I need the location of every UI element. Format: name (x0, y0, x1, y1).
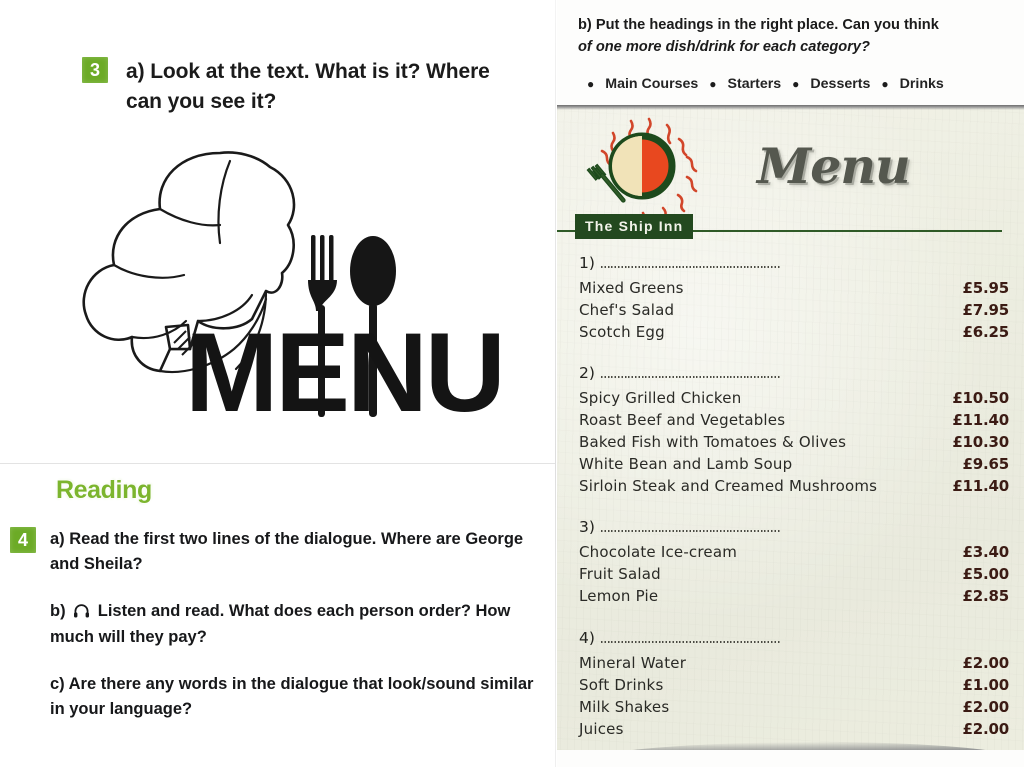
section-number: 3) (579, 518, 595, 537)
menu-item-row: Juices £2.00 (579, 718, 1009, 740)
menu-item-price: £2.00 (962, 653, 1010, 672)
exercise-4c-text: c) Are there any words in the dialogue t… (50, 675, 534, 718)
exercise-3-question: a) Look at the text. What is it? Where c… (126, 60, 490, 113)
menu-item-row: Mineral Water £2.00 (579, 652, 1009, 674)
menu-section-1: 1) Mixed Greens £5.95 Chef's Salad £7.95… (579, 250, 1009, 343)
menu-item-row: Sirloin Steak and Creamed Mushrooms £11.… (579, 475, 1009, 497)
menu-item-price: £5.00 (962, 565, 1010, 584)
bullet-icon: ● (792, 77, 800, 91)
menu-item-price: £2.85 (962, 587, 1010, 606)
headphones-icon (73, 601, 90, 626)
menu-item-row: Soft Drinks £1.00 (579, 674, 1009, 696)
menu-item-row: Roast Beef and Vegetables £11.40 (579, 409, 1009, 431)
menu-item-name: Mineral Water (579, 653, 687, 672)
exercise-4b-line: b) Listen and read. What does each perso… (50, 599, 550, 651)
menu-section-4-heading: 4) (579, 625, 1009, 647)
reading-section-heading: Reading (56, 476, 152, 504)
menu-item-name: Spicy Grilled Chicken (579, 389, 742, 408)
card-top-shadow (557, 105, 1024, 110)
menu-item-price: £11.40 (952, 477, 1009, 496)
menu-illustration: MENU (70, 135, 506, 465)
menu-item-row: Mixed Greens £5.95 (579, 277, 1009, 299)
bullet-icon: ● (587, 77, 595, 91)
menu-item-row: Scotch Egg £6.25 (579, 321, 1009, 343)
bullet-icon: ● (709, 77, 717, 91)
menu-item-row: Chef's Salad £7.95 (579, 299, 1009, 321)
section-heading-blank-line[interactable] (600, 524, 781, 534)
category-main-courses[interactable]: Main Courses (605, 76, 698, 92)
menu-item-row: Baked Fish with Tomatoes & Olives £10.30 (579, 431, 1009, 453)
section-number: 1) (579, 254, 595, 272)
bullet-icon: ● (881, 77, 889, 91)
menu-item-name: Lemon Pie (579, 587, 659, 606)
exercise-3b-instruction: b) Put the headings in the right place. … (578, 14, 1008, 58)
exercise-4a-text: a) Read the first two lines of the dialo… (50, 530, 524, 573)
category-desserts[interactable]: Desserts (810, 76, 870, 92)
menu-item-name: Chef's Salad (579, 301, 675, 320)
menu-sections: 1) Mixed Greens £5.95 Chef's Salad £7.95… (579, 250, 1009, 746)
menu-item-price: £5.95 (962, 279, 1010, 297)
section-heading-blank-line[interactable] (600, 634, 781, 644)
section-heading-blank-line[interactable] (600, 260, 781, 269)
menu-item-name: Fruit Salad (579, 565, 661, 584)
menu-item-row: Milk Shakes £2.00 (579, 696, 1009, 718)
exercise-4b-prefix: b) (50, 601, 66, 620)
category-starters[interactable]: Starters (728, 76, 782, 92)
exercise-4-number: 4 (10, 527, 36, 553)
exercise-3: 3 a) Look at the text. What is it? Where… (82, 57, 496, 117)
menu-item-price: £2.00 (962, 719, 1010, 738)
menu-item-row: Fruit Salad £5.00 (579, 563, 1009, 585)
menu-item-name: Sirloin Steak and Creamed Mushrooms (579, 477, 878, 496)
menu-section-1-heading: 1) (579, 250, 1009, 272)
exercise-4: 4 a) Read the first two lines of the dia… (10, 527, 550, 722)
menu-item-price: £11.40 (952, 411, 1009, 430)
menu-artwork-word: MENU (185, 310, 506, 435)
section-heading-blank-line[interactable] (600, 370, 781, 380)
menu-section-3: 3) Chocolate Ice-cream £3.40 Fruit Salad… (579, 514, 1009, 607)
menu-section-2-heading: 2) (579, 360, 1009, 382)
menu-card: Menu The Ship Inn 1) Mixed Greens £5.95 … (557, 105, 1024, 750)
menu-section-3-heading: 3) (579, 514, 1009, 536)
exercise-4b-text: Listen and read. What does each person o… (50, 601, 511, 647)
menu-item-name: Scotch Egg (579, 323, 665, 342)
menu-item-name: Mixed Greens (579, 279, 684, 297)
menu-item-name: Roast Beef and Vegetables (579, 411, 786, 430)
category-drinks[interactable]: Drinks (900, 76, 944, 92)
menu-item-name: White Bean and Lamb Soup (579, 455, 793, 474)
menu-item-name: Soft Drinks (579, 675, 664, 694)
menu-item-price: £2.00 (962, 697, 1010, 716)
menu-item-price: £10.30 (952, 433, 1009, 452)
exercise-3-number: 3 (82, 57, 108, 83)
category-word-bank: ● Main Courses ● Starters ● Desserts ● D… (587, 76, 1007, 92)
menu-item-name: Baked Fish with Tomatoes & Olives (579, 433, 847, 452)
menu-section-4: 4) Mineral Water £2.00 Soft Drinks £1.00… (579, 625, 1009, 740)
menu-item-row: Lemon Pie £2.85 (579, 585, 1009, 607)
left-page-panel: 3 a) Look at the text. What is it? Where… (0, 0, 556, 767)
instruction-line-1: b) Put the headings in the right place. … (578, 17, 939, 33)
right-page-panel: b) Put the headings in the right place. … (557, 0, 1024, 767)
menu-item-price: £10.50 (952, 389, 1009, 408)
menu-item-name: Milk Shakes (579, 697, 670, 716)
menu-item-price: £1.00 (962, 675, 1010, 694)
menu-item-row: Spicy Grilled Chicken £10.50 (579, 387, 1009, 409)
menu-item-price: £6.25 (962, 323, 1010, 342)
menu-item-name: Chocolate Ice-cream (579, 543, 738, 562)
menu-item-row: Chocolate Ice-cream £3.40 (579, 541, 1009, 563)
worksheet-page: 3 a) Look at the text. What is it? Where… (0, 0, 1024, 767)
restaurant-name-badge: The Ship Inn (575, 214, 694, 239)
menu-item-price: £7.95 (962, 301, 1010, 320)
instruction-line-2: of one more dish/drink for each category… (578, 39, 870, 56)
menu-section-2: 2) Spicy Grilled Chicken £10.50 Roast Be… (579, 360, 1009, 497)
menu-item-name: Juices (579, 719, 624, 738)
menu-item-row: White Bean and Lamb Soup £9.65 (579, 453, 1009, 475)
section-number: 4) (579, 628, 595, 647)
menu-item-price: £3.40 (962, 543, 1010, 562)
section-number: 2) (579, 364, 595, 383)
menu-item-price: £9.65 (962, 455, 1010, 474)
menu-card-title: Menu (757, 137, 911, 195)
